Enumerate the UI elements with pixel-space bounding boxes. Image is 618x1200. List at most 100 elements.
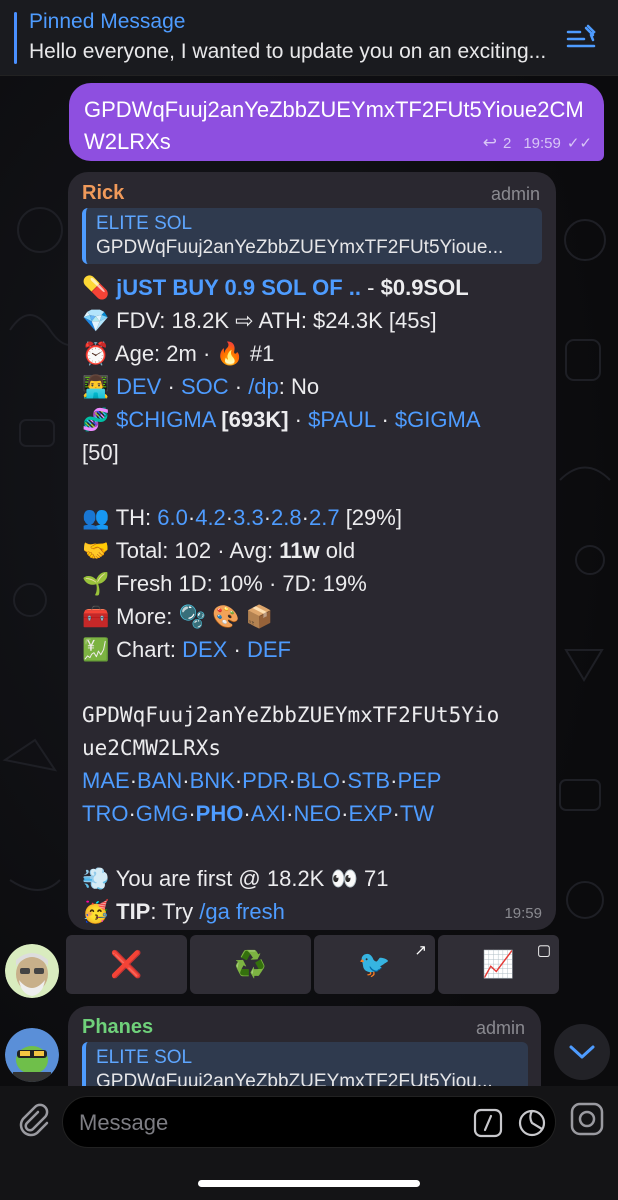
pinned-text: Hello everyone, I wanted to update you o…	[29, 40, 547, 63]
th-value[interactable]: 6.0	[157, 505, 188, 530]
keyboard-button-chart[interactable]: 📈 ▢	[438, 935, 559, 994]
bots-row-2: TRO·GMG·PHO·AXI·NEO·EXP·TW	[82, 801, 435, 826]
toolbox-icon: 🧰	[82, 604, 110, 629]
party-face-icon: 🥳	[82, 899, 110, 924]
contract-address[interactable]: GPDWqFuuj2anYeZbbZUEYmxTF2FUt5Yio	[82, 699, 499, 731]
clock-icon: ⏰	[82, 341, 110, 366]
th-line: 👥 TH: 6.0·4.2·3.3·2.8·2.7 [29%]	[82, 502, 402, 534]
quote-title: ELITE SOL	[96, 1047, 193, 1068]
dev-link[interactable]: DEV	[116, 374, 161, 399]
avg-value: 11w	[279, 538, 320, 563]
bot-link[interactable]: TRO	[82, 801, 128, 826]
scroll-down-button[interactable]	[554, 1024, 610, 1080]
pinned-title: Pinned Message	[29, 10, 186, 33]
reply-quote[interactable]: ELITE SOL GPDWqFuuj2anYeZbbZUEYmxTF2FUt5…	[82, 208, 542, 264]
chigma-link[interactable]: $CHIGMA	[116, 407, 215, 432]
bot-link[interactable]: STB	[347, 768, 390, 793]
pinned-message-bar[interactable]: Pinned Message Hello everyone, I wanted …	[0, 0, 618, 76]
bot-command-icon[interactable]	[473, 1108, 503, 1138]
separator: -	[361, 275, 381, 300]
buy-line: 💊 jUST BUY 0.9 SOL OF .. - $0.9SOL	[82, 272, 469, 304]
total-text: Total: 102 · Avg:	[115, 538, 280, 563]
buy-price: $0.9SOL	[380, 275, 469, 300]
tip-command-link[interactable]: /ga fresh	[199, 899, 285, 924]
bot-link[interactable]: NEO	[293, 801, 341, 826]
avatar[interactable]	[5, 1028, 59, 1082]
keyboard-button-cancel[interactable]: ❌	[66, 935, 187, 994]
incoming-message[interactable]: Phanes admin ELITE SOL GPDWqFuuj2anYeZbb…	[68, 1006, 541, 1098]
contract-address-cont[interactable]: ue2CMW2LRXs	[82, 732, 221, 764]
webapp-icon: ▢	[536, 942, 551, 959]
chart-label: Chart:	[116, 637, 183, 662]
th-percent: [29%]	[345, 505, 402, 530]
sender-name[interactable]: Rick	[82, 182, 124, 205]
package-icon[interactable]: 📦	[246, 604, 273, 629]
bot-link[interactable]: EXP	[349, 801, 393, 826]
bubbles-icon[interactable]: 🫧	[178, 604, 212, 629]
buy-link[interactable]: jUST BUY 0.9 SOL OF ..	[116, 275, 361, 300]
pinned-indicator	[14, 12, 17, 64]
cross-icon: ❌	[110, 949, 143, 979]
message-input[interactable]	[79, 1107, 459, 1139]
keyboard-button-share[interactable]: 🐦 ↗	[314, 935, 435, 994]
bot-link[interactable]: BAN	[137, 768, 182, 793]
bot-link[interactable]: AXI	[251, 801, 286, 826]
camera-icon[interactable]	[570, 1102, 604, 1136]
sticker-icon[interactable]	[517, 1108, 547, 1138]
avg-suffix: old	[319, 538, 356, 563]
quote-text: GPDWqFuuj2anYeZbbZUEYmxTF2FUt5Yioue...	[96, 237, 504, 258]
sender-name[interactable]: Phanes	[82, 1016, 153, 1039]
dp-value: : No	[278, 374, 320, 399]
bot-link[interactable]: PHO	[196, 801, 244, 826]
chart-line: 💹 Chart: DEX · DEF	[82, 634, 291, 666]
message-field[interactable]	[62, 1096, 556, 1148]
bot-link[interactable]: BLO	[296, 768, 340, 793]
outgoing-message[interactable]: GPDWqFuuj2anYeZbbZUEYmxTF2FUt5Yioue2CMW2…	[69, 83, 604, 161]
tip-label: TIP	[116, 899, 151, 924]
bot-link[interactable]: BNK	[190, 768, 235, 793]
diamond-icon: 💎	[82, 308, 110, 333]
dp-link[interactable]: /dp	[248, 374, 279, 399]
soc-link[interactable]: SOC	[181, 374, 229, 399]
bot-link[interactable]: GMG	[136, 801, 189, 826]
fresh-line: 🌱 Fresh 1D: 10% · 7D: 19%	[82, 568, 367, 600]
bot-link[interactable]: PDR	[242, 768, 288, 793]
related-count-line: [50]	[82, 437, 119, 469]
keyboard-button-refresh[interactable]: ♻️	[190, 935, 311, 994]
total-line: 🤝 Total: 102 · Avg: 11w old	[82, 535, 355, 567]
home-indicator[interactable]	[198, 1180, 420, 1187]
avatar[interactable]	[5, 944, 59, 998]
bots-row-1: MAE·BAN·BNK·PDR·BLO·STB·PEP	[82, 768, 442, 793]
incoming-message[interactable]: Rick admin ELITE SOL GPDWqFuuj2anYeZbbZU…	[68, 172, 556, 930]
paperclip-icon[interactable]	[14, 1102, 50, 1138]
developer-icon: 👨‍💻	[82, 374, 110, 399]
paul-link[interactable]: $PAUL	[308, 407, 375, 432]
bot-link[interactable]: PEP	[397, 768, 441, 793]
tip-text: : Try	[150, 899, 200, 924]
quote-title: ELITE SOL	[96, 213, 193, 234]
chart-yen-icon: 💹	[82, 637, 110, 662]
palette-icon[interactable]: 🎨	[212, 604, 246, 629]
pill-icon: 💊	[82, 275, 110, 300]
external-link-icon: ↗	[414, 942, 427, 959]
def-link[interactable]: DEF	[247, 637, 291, 662]
th-value[interactable]: 3.3	[233, 505, 264, 530]
dex-link[interactable]: DEX	[182, 637, 227, 662]
bot-link[interactable]: MAE	[82, 768, 130, 793]
pinned-list-icon[interactable]	[566, 24, 598, 52]
fdv-text: FDV: 18.2K ⇨ ATH: $24.3K [45s]	[116, 308, 437, 333]
th-value[interactable]: 2.7	[309, 505, 340, 530]
first-line: 💨 You are first @ 18.2K 👀 71	[82, 863, 388, 895]
age-line: ⏰ Age: 2m · 🔥 #1	[82, 338, 274, 370]
th-value[interactable]: 4.2	[195, 505, 226, 530]
related-line: 🧬 $CHIGMA [693K] · $PAUL · $GIGMA	[82, 404, 481, 436]
recycle-icon: ♻️	[234, 949, 267, 979]
dna-icon: 🧬	[82, 407, 110, 432]
th-value[interactable]: 2.8	[271, 505, 302, 530]
gigma-link[interactable]: $GIGMA	[395, 407, 481, 432]
bird-icon: 🐦	[358, 949, 391, 979]
chart-increasing-icon: 📈	[482, 949, 515, 979]
tip-line: 🥳 TIP: Try /ga fresh	[82, 896, 285, 928]
reply-count: 2	[502, 134, 512, 152]
bot-link[interactable]: TW	[400, 801, 434, 826]
